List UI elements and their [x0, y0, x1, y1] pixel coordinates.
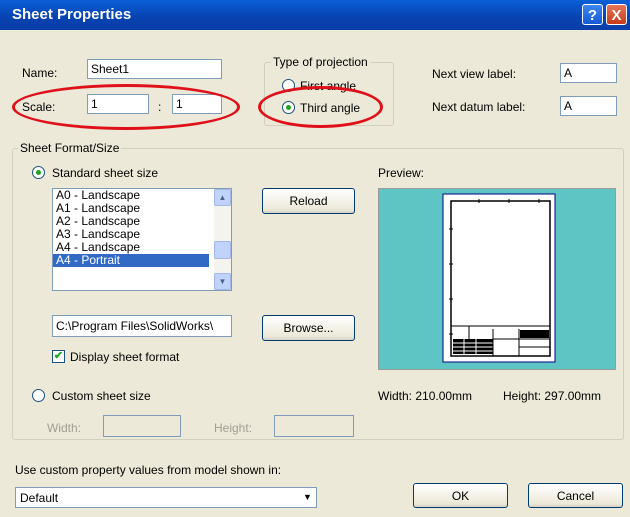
sheet-preview	[378, 188, 616, 370]
custom-height-label: Height:	[214, 421, 253, 435]
close-button[interactable]: X	[606, 4, 627, 25]
scroll-down-icon[interactable]: ▼	[214, 273, 231, 290]
scale-denominator-input[interactable]: 1	[172, 94, 222, 114]
list-scrollbar[interactable]: ▲ ▼	[214, 189, 231, 290]
custom-width-input	[103, 415, 181, 437]
model-select[interactable]: Default ▼	[15, 487, 317, 508]
chevron-down-icon[interactable]: ▼	[299, 488, 316, 507]
third-angle-label: Third angle	[300, 101, 361, 115]
name-input[interactable]: Sheet1	[87, 59, 222, 79]
scale-label: Scale:	[22, 100, 56, 114]
preview-width-text: Width: 210.00mm	[378, 389, 473, 403]
scroll-thumb[interactable]	[214, 241, 231, 259]
custom-property-label: Use custom property values from model sh…	[15, 463, 282, 477]
scale-separator: :	[158, 100, 162, 114]
projection-group-title: Type of projection	[271, 55, 370, 69]
next-view-input[interactable]: A	[560, 63, 617, 83]
preview-label: Preview:	[378, 166, 425, 180]
standard-size-label: Standard sheet size	[52, 166, 159, 180]
third-angle-radio[interactable]	[282, 101, 295, 114]
model-select-value: Default	[20, 491, 59, 505]
first-angle-radio[interactable]	[282, 79, 295, 92]
scale-numerator-input[interactable]: 1	[87, 94, 149, 114]
window-title: Sheet Properties	[12, 6, 132, 23]
first-angle-label: First angle	[300, 79, 357, 93]
display-sheet-format-label: Display sheet format	[70, 350, 180, 364]
display-sheet-format-checkbox[interactable]: ✔	[52, 350, 65, 363]
title-bar: Sheet Properties ? X	[0, 0, 630, 30]
custom-size-radio[interactable]	[32, 389, 45, 402]
sheet-format-title: Sheet Format/Size	[18, 141, 122, 155]
sheet-size-items: A0 - Landscape A1 - Landscape A2 - Landsca…	[53, 189, 231, 267]
sheet-size-list[interactable]: A0 - Landscape A1 - Landscape A2 - Landsca…	[52, 188, 232, 291]
sheet-size-item[interactable]: A4 - Portrait	[53, 254, 209, 267]
scroll-up-icon[interactable]: ▲	[214, 189, 231, 206]
projection-group	[264, 62, 394, 126]
custom-size-label: Custom sheet size	[52, 389, 151, 403]
custom-height-input	[274, 415, 354, 437]
standard-size-radio[interactable]	[32, 166, 45, 179]
custom-width-label: Width:	[47, 421, 82, 435]
next-view-label: Next view label:	[432, 67, 517, 81]
preview-height-text: Height: 297.00mm	[503, 389, 602, 403]
next-datum-input[interactable]: A	[560, 96, 617, 116]
sheet-preview-drawing	[442, 193, 556, 363]
help-button[interactable]: ?	[582, 4, 603, 25]
next-datum-label: Next datum label:	[432, 100, 526, 114]
ok-button[interactable]: OK	[413, 483, 508, 508]
browse-button[interactable]: Browse...	[262, 315, 355, 341]
reload-button[interactable]: Reload	[262, 188, 355, 214]
cancel-button[interactable]: Cancel	[528, 483, 623, 508]
sheet-format-path-input[interactable]: C:\Program Files\SolidWorks\	[52, 315, 232, 337]
name-label: Name:	[22, 66, 58, 80]
